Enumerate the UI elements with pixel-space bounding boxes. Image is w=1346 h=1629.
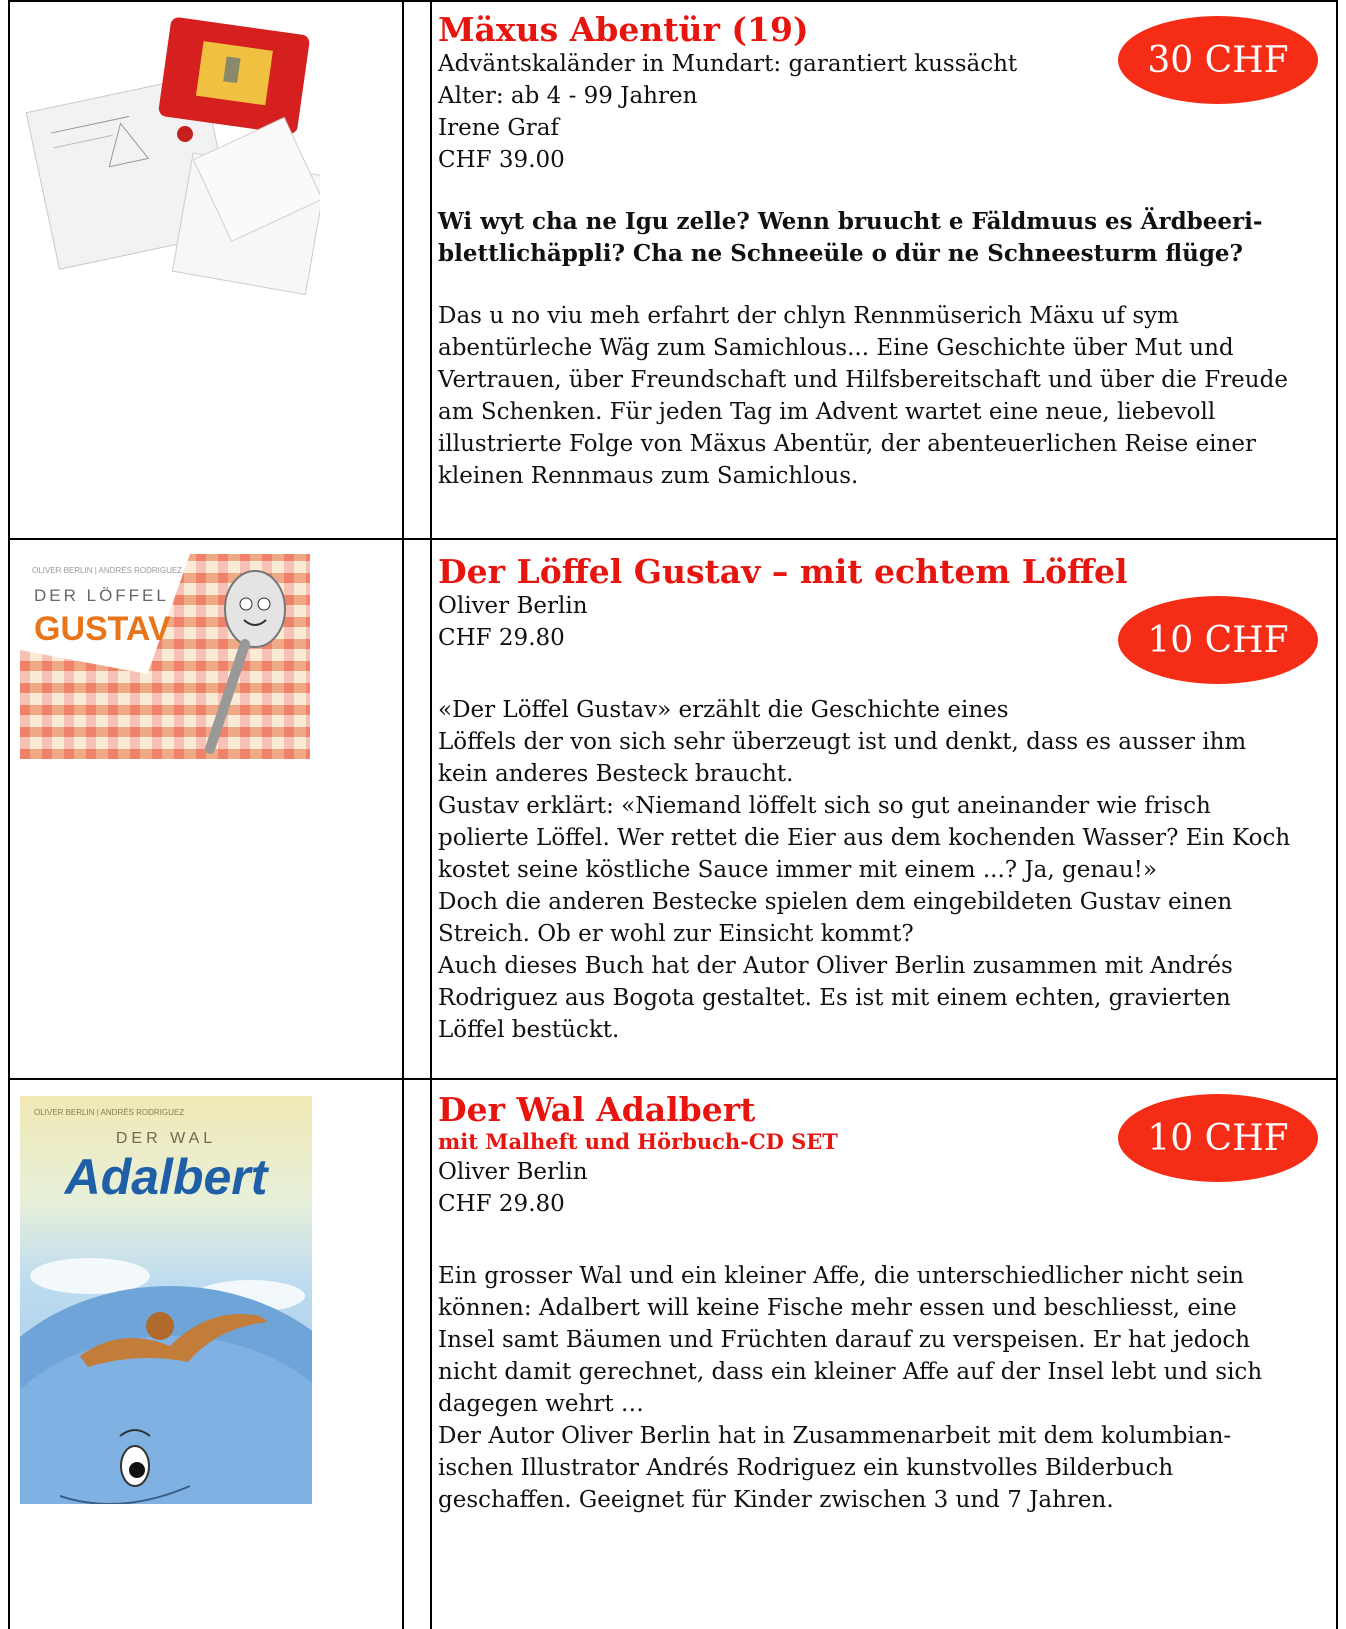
book-price: CHF 39.00 — [438, 147, 565, 173]
book-description: Das u no viu meh erfahrt der chlyn Rennm… — [438, 303, 1288, 489]
gustav-cover-image: OLIVER BERLIN | ANDRÉS RODRIGUEZ DER LÖF… — [20, 554, 310, 759]
spoon-icon — [205, 570, 286, 754]
book-table: Mäxus Abentür (19) Adväntskaländer in Mu… — [8, 0, 1338, 1629]
book-description-line: Löffels der von sich sehr überzeugt ist … — [438, 729, 1247, 787]
book-image-adalbert: OLIVER BERLIN | ANDRÉS RODRIGUEZ DER WAL… — [20, 1096, 320, 1504]
book-author: Irene Graf — [438, 115, 560, 141]
cover-title-main: Adalbert — [64, 1149, 268, 1205]
whale-monkey-illustration — [20, 1258, 312, 1504]
price-badge: 10 CHF — [1118, 596, 1318, 684]
price-badge: 30 CHF — [1118, 16, 1318, 104]
advent-calendar-box-image — [25, 17, 327, 296]
cover-title-top: DER WAL — [115, 1130, 217, 1147]
book-image-maexus — [20, 14, 327, 318]
book-image-gustav: OLIVER BERLIN | ANDRÉS RODRIGUEZ DER LÖF… — [20, 554, 320, 759]
book-description-line: Ein grosser Wal und ein kleiner Affe, di… — [438, 1263, 1263, 1417]
book-description-line: Gustav erklärt: «Niemand löffelt sich so… — [438, 793, 1291, 883]
book-teaser: Wi wyt cha ne Igu zelle? Wenn bruucht e … — [438, 208, 1263, 267]
price-badge: 10 CHF — [1118, 1094, 1318, 1182]
book-description-line: «Der Löffel Gustav» erzählt die Geschich… — [438, 697, 1009, 723]
cover-authors: OLIVER BERLIN | ANDRÉS RODRIGUEZ — [34, 1108, 185, 1117]
cover-title-main: GUSTAV — [34, 610, 171, 648]
adalbert-cover-image: OLIVER BERLIN | ANDRÉS RODRIGUEZ DER WAL… — [20, 1096, 312, 1504]
book-description-line: Auch dieses Buch hat der Autor Oliver Be… — [438, 953, 1233, 1043]
book-title: Der Löffel Gustav – mit echtem Löffel — [438, 552, 1128, 591]
book-description-line: Der Autor Oliver Berlin hat in Zusammena… — [438, 1423, 1232, 1513]
book-price: CHF 29.80 — [438, 1191, 565, 1217]
book-row-adalbert: OLIVER BERLIN | ANDRÉS RODRIGUEZ DER WAL… — [10, 1080, 1336, 1629]
cover-authors: OLIVER BERLIN | ANDRÉS RODRIGUEZ — [32, 566, 183, 575]
book-row-maexus: Mäxus Abentür (19) Adväntskaländer in Mu… — [10, 0, 1336, 538]
book-row-gustav: OLIVER BERLIN | ANDRÉS RODRIGUEZ DER LÖF… — [10, 540, 1336, 1078]
book-description-line: Doch die anderen Bestecke spielen dem ei… — [438, 889, 1233, 947]
cover-title-top: DER LÖFFEL — [34, 586, 169, 605]
